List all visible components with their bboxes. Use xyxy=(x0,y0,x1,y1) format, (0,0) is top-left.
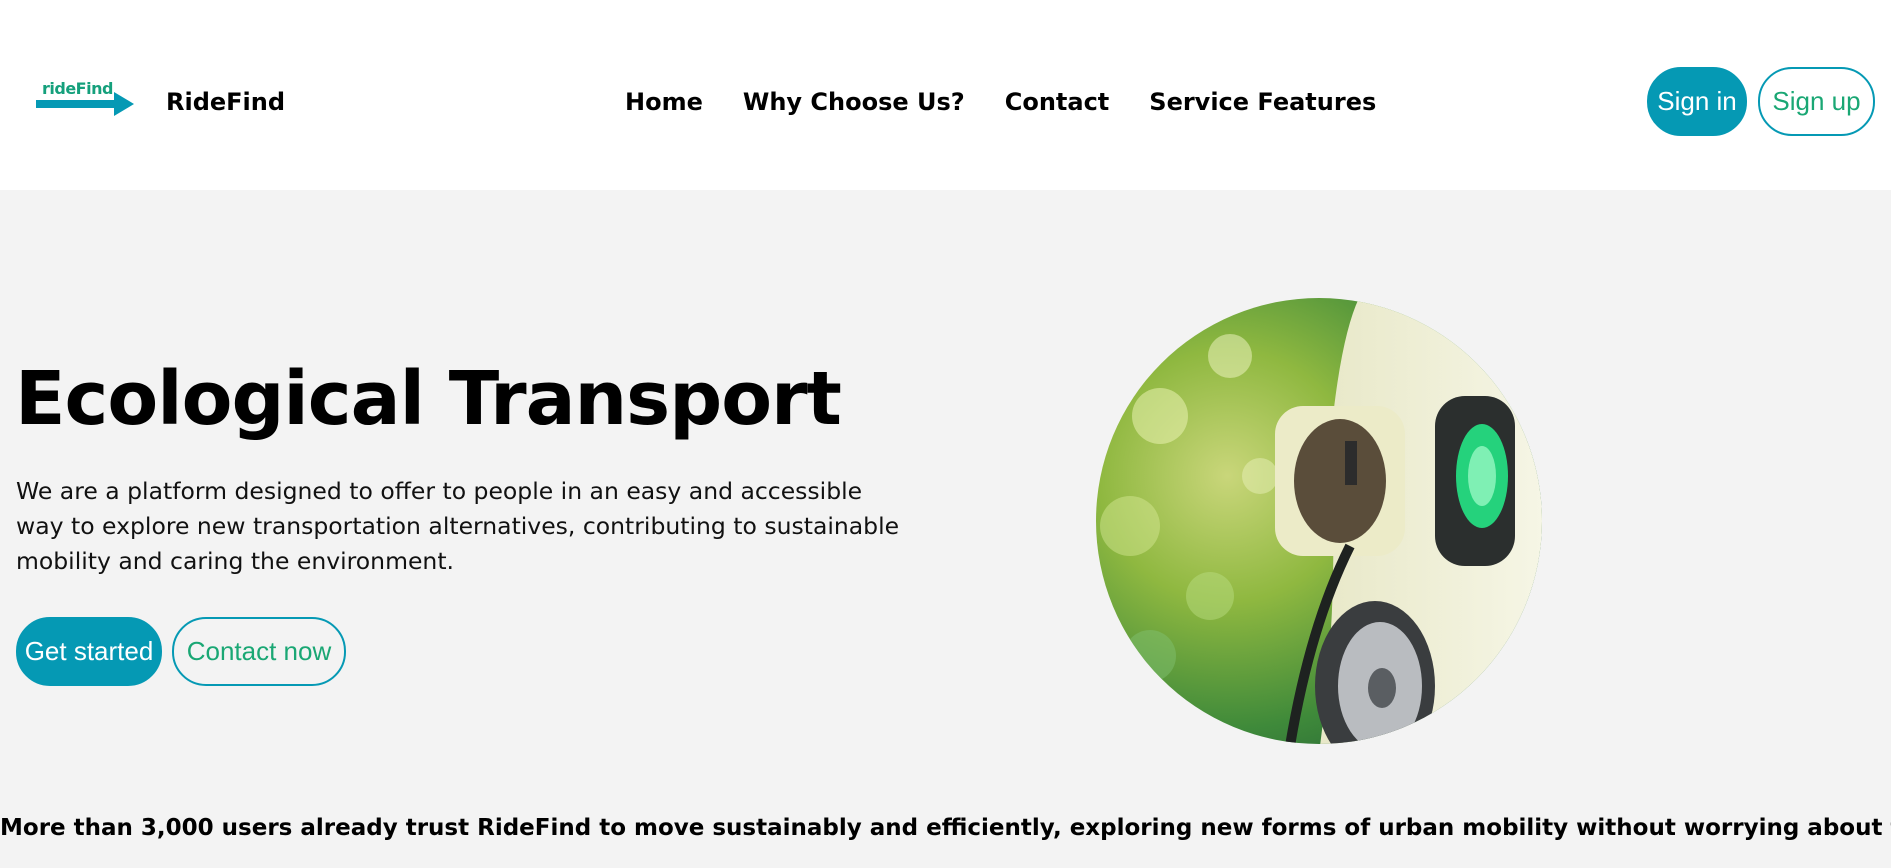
nav-item-service-features: Service Features xyxy=(1149,88,1376,116)
nav-item-contact: Contact xyxy=(1005,88,1110,116)
hero-title: Ecological Transport xyxy=(15,356,842,442)
sign-up-button[interactable]: Sign up xyxy=(1758,67,1875,136)
nav-item-home: Home xyxy=(625,88,703,116)
nav-link-why-choose-us[interactable]: Why Choose Us? xyxy=(743,88,965,116)
navbar: rideFind RideFind Home Why Choose Us? Co… xyxy=(0,0,1891,190)
nav-link-home[interactable]: Home xyxy=(625,88,703,116)
get-started-button[interactable]: Get started xyxy=(16,617,162,686)
main-nav: Home Why Choose Us? Contact Service Feat… xyxy=(625,88,1376,116)
nav-link-service-features[interactable]: Service Features xyxy=(1149,88,1376,116)
logo-text: rideFind xyxy=(42,79,113,98)
trust-banner: More than 3,000 users already trust Ride… xyxy=(0,815,1891,841)
nav-link-contact[interactable]: Contact xyxy=(1005,88,1110,116)
ev-charging-image xyxy=(1096,298,1542,744)
brand-name[interactable]: RideFind xyxy=(166,88,285,116)
hero-description: We are a platform designed to offer to p… xyxy=(16,477,900,575)
sign-in-button[interactable]: Sign in xyxy=(1647,67,1747,136)
contact-now-button[interactable]: Contact now xyxy=(172,617,346,686)
nav-item-why-choose-us: Why Choose Us? xyxy=(743,88,965,116)
